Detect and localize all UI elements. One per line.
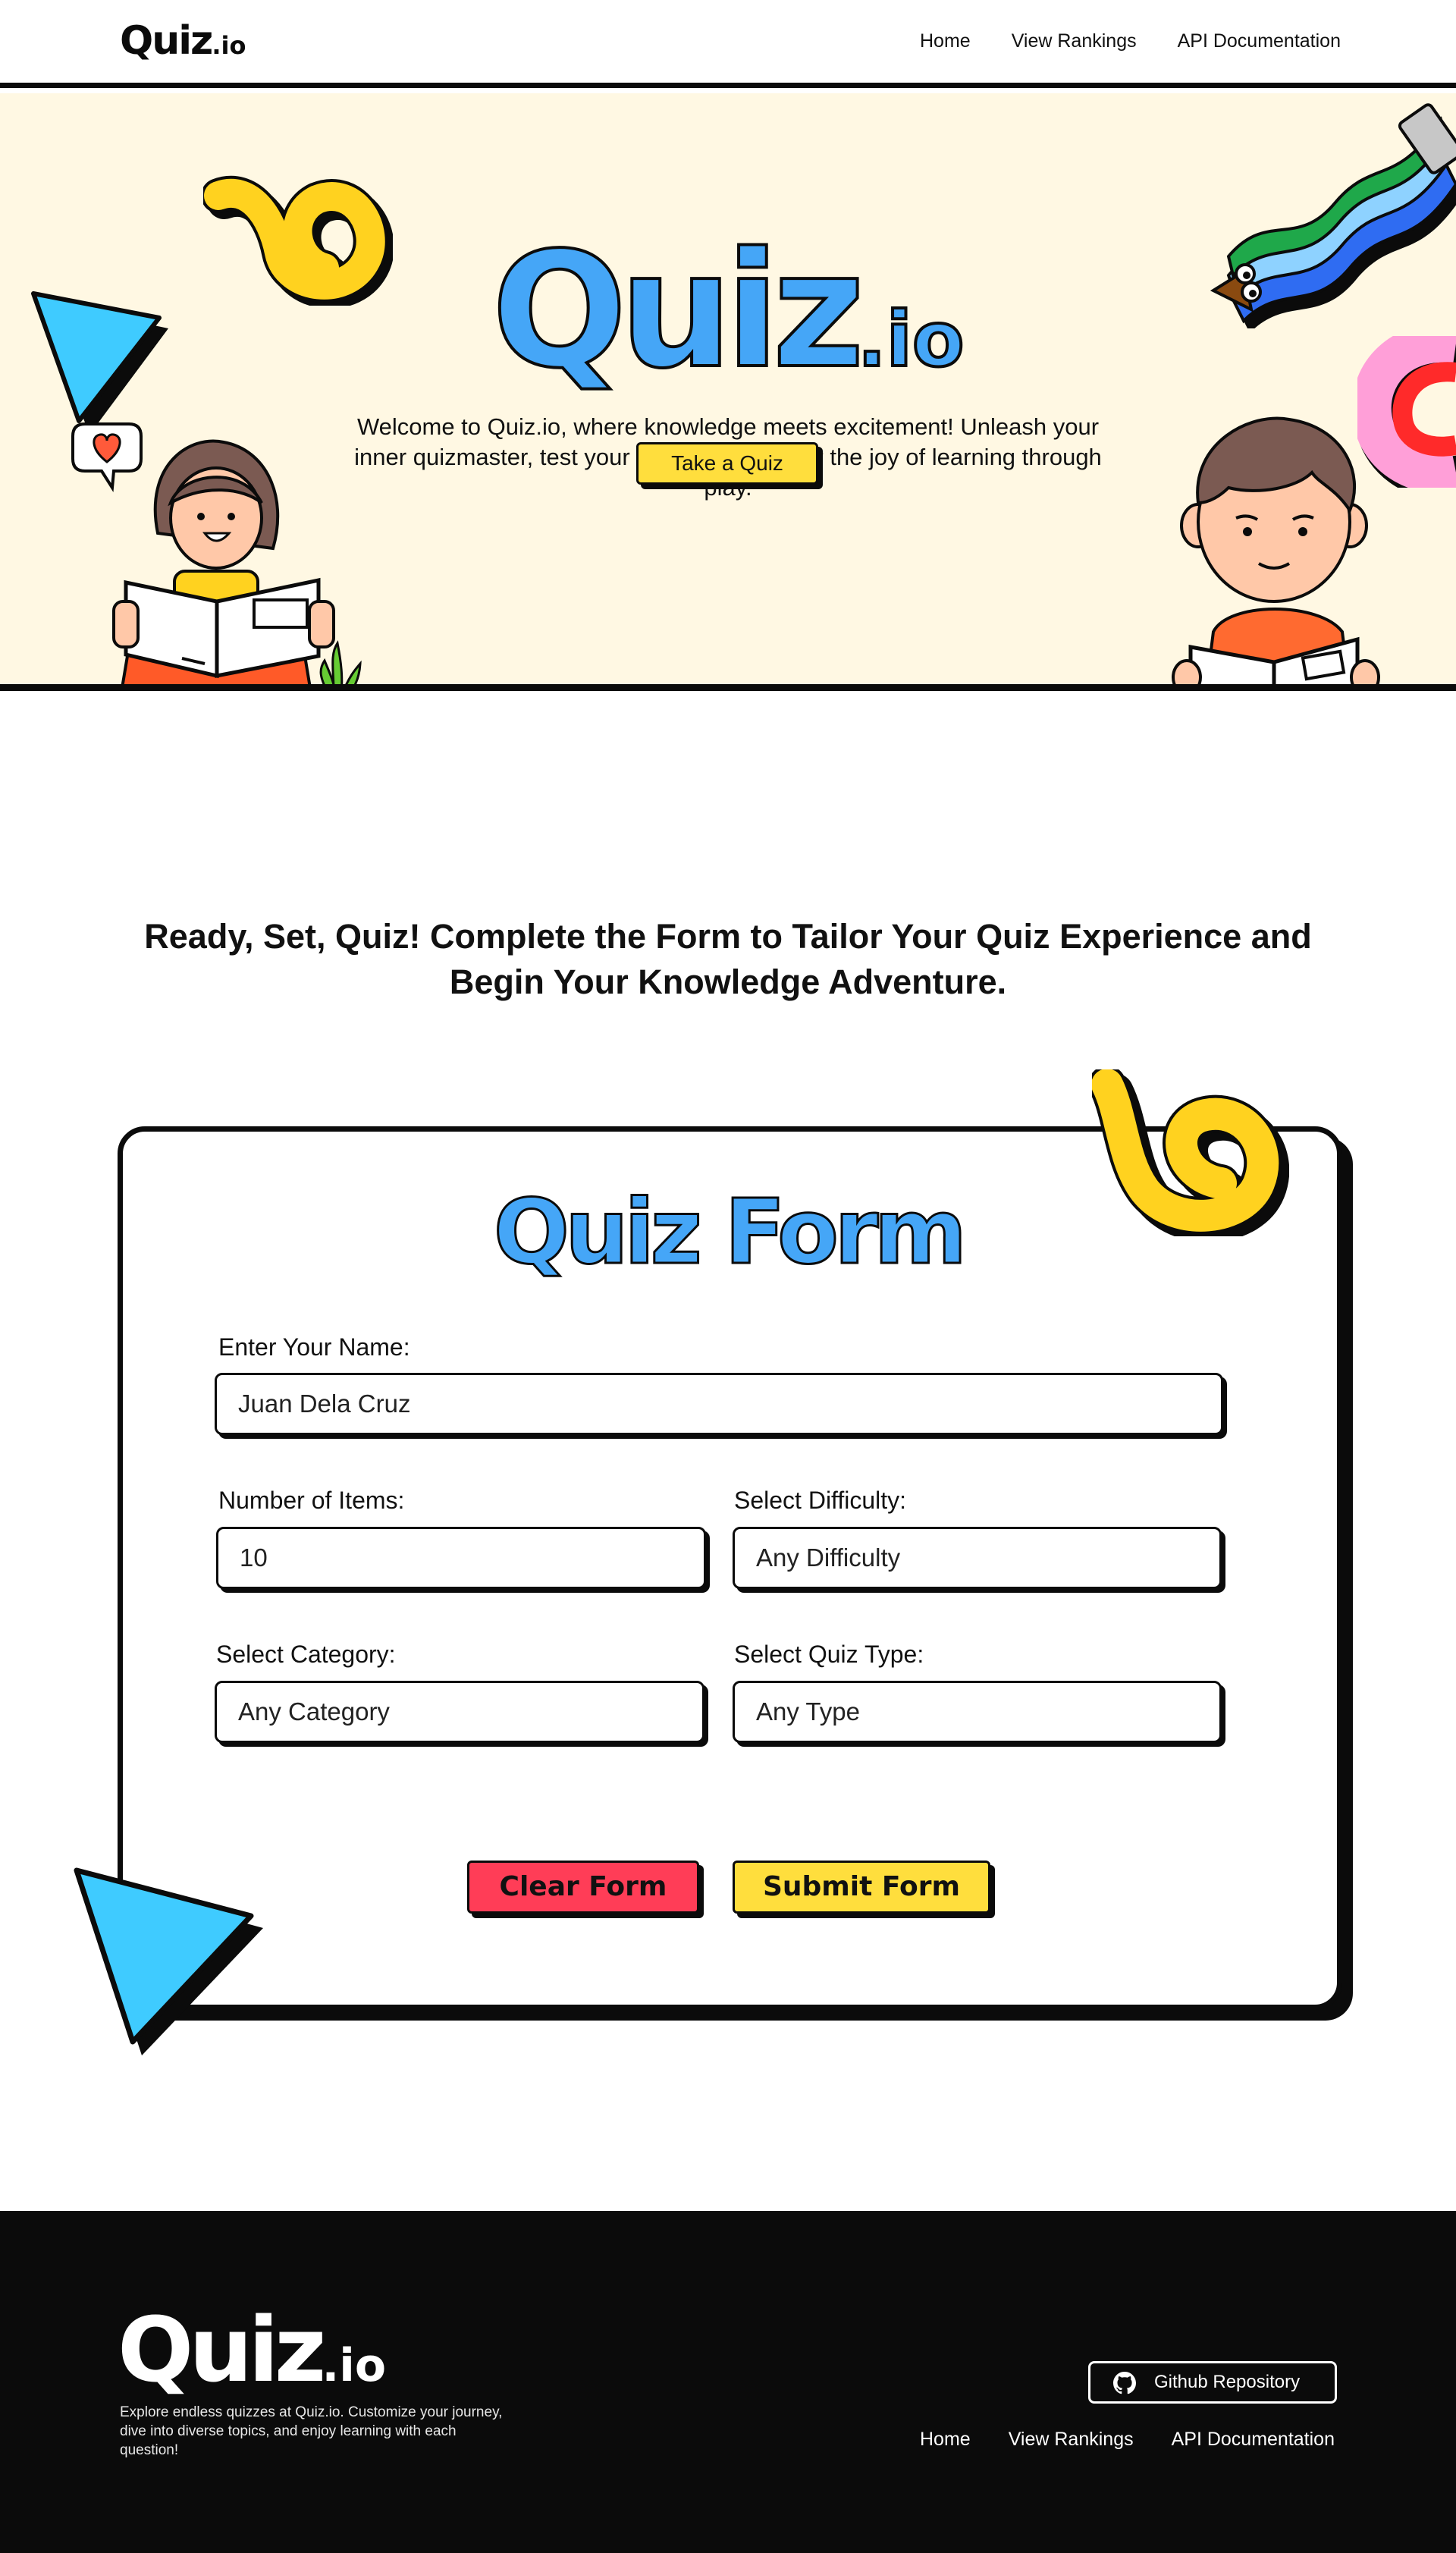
difficulty-label: Select Difficulty: bbox=[734, 1487, 907, 1514]
name-input[interactable]: Juan Dela Cruz bbox=[215, 1373, 1223, 1435]
category-label: Select Category: bbox=[216, 1641, 396, 1668]
card-triangle-decoration bbox=[74, 1867, 263, 2055]
footer-link-rankings[interactable]: View Rankings bbox=[1009, 2429, 1134, 2451]
clear-form-button[interactable]: Clear Form bbox=[467, 1861, 699, 1914]
github-icon bbox=[1113, 2372, 1136, 2394]
footer-link-home[interactable]: Home bbox=[920, 2429, 971, 2451]
hero-section: Quiz.io Welcome to Quiz.io, where knowle… bbox=[0, 93, 1456, 691]
nav-link-api-docs[interactable]: API Documentation bbox=[1178, 30, 1341, 52]
heart-icon bbox=[71, 422, 143, 493]
github-button-label: Github Repository bbox=[1154, 2372, 1301, 2392]
footer-link-api-docs[interactable]: API Documentation bbox=[1172, 2429, 1335, 2451]
hero-title-main: Quiz bbox=[490, 218, 866, 404]
footer-logo[interactable]: Quiz.io bbox=[118, 2305, 386, 2394]
footer-nav: Home View Rankings API Documentation bbox=[920, 2429, 1335, 2451]
type-select[interactable]: Any Type bbox=[733, 1681, 1222, 1743]
name-label: Enter Your Name: bbox=[218, 1333, 410, 1361]
github-repository-button[interactable]: Github Repository bbox=[1088, 2361, 1337, 2404]
boy-reading-illustration bbox=[1172, 416, 1380, 684]
header-logo-main: Quiz bbox=[120, 18, 213, 64]
hero-title: Quiz.io bbox=[0, 230, 1456, 392]
form-title: Quiz Form bbox=[492, 1179, 968, 1284]
footer-description: Explore endless quizzes at Quiz.io. Cust… bbox=[120, 2404, 503, 2458]
header-nav: Home View Rankings API Documentation bbox=[920, 30, 1341, 52]
difficulty-select[interactable]: Any Difficulty bbox=[733, 1527, 1222, 1589]
nav-link-rankings[interactable]: View Rankings bbox=[1012, 30, 1137, 52]
items-label: Number of Items: bbox=[218, 1487, 405, 1514]
footer-logo-main: Quiz bbox=[118, 2297, 326, 2402]
header-logo[interactable]: Quiz.io bbox=[120, 18, 246, 64]
category-select[interactable]: Any Category bbox=[215, 1681, 704, 1743]
footer-logo-suffix: .io bbox=[322, 2339, 387, 2392]
submit-form-button[interactable]: Submit Form bbox=[733, 1861, 990, 1914]
items-input[interactable]: 10 bbox=[216, 1527, 706, 1589]
hero-title-suffix: .io bbox=[856, 295, 966, 384]
type-label: Select Quiz Type: bbox=[734, 1641, 924, 1668]
nav-link-home[interactable]: Home bbox=[920, 30, 971, 52]
form-intro-heading: Ready, Set, Quiz! Complete the Form to T… bbox=[144, 917, 1312, 1001]
site-footer: Quiz.io Explore endless quizzes at Quiz.… bbox=[0, 2211, 1456, 2553]
header-logo-suffix: .io bbox=[212, 31, 246, 60]
site-header: Quiz.io Home View Rankings API Documenta… bbox=[0, 0, 1456, 88]
take-quiz-button[interactable]: Take a Quiz bbox=[636, 442, 818, 485]
